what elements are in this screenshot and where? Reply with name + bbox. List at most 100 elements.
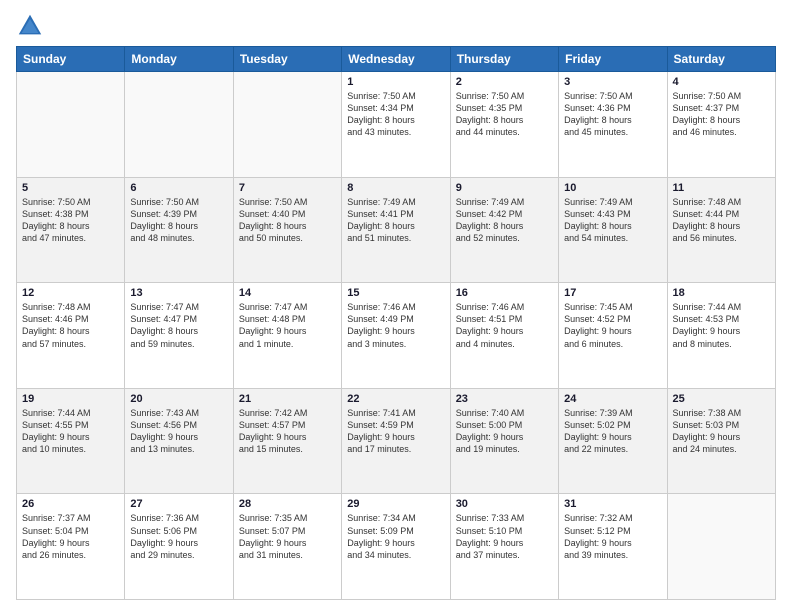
calendar-table: SundayMondayTuesdayWednesdayThursdayFrid… [16, 46, 776, 600]
calendar-cell: 23 Sunrise: 7:40 AM Sunset: 5:00 PM Dayli… [450, 388, 558, 494]
day-info: Sunrise: 7:50 AM Sunset: 4:36 PM Dayligh… [564, 90, 661, 139]
calendar-cell: 18Sunrise: 7:44 AM Sunset: 4:53 PM Dayli… [667, 283, 775, 389]
calendar-cell: 16Sunrise: 7:46 AM Sunset: 4:51 PM Dayli… [450, 283, 558, 389]
header [16, 12, 776, 40]
calendar-cell: 1 Sunrise: 7:50 AM Sunset: 4:34 PM Daylig… [342, 72, 450, 178]
day-number: 17 [564, 287, 661, 299]
calendar-cell: 4 Sunrise: 7:50 AM Sunset: 4:37 PM Daylig… [667, 72, 775, 178]
calendar-week-3: 12 Sunrise: 7:48 AM Sunset: 4:46 PM Dayli… [17, 283, 776, 389]
day-number: 27 [130, 498, 227, 510]
calendar-header-row: SundayMondayTuesdayWednesdayThursdayFrid… [17, 47, 776, 72]
calendar-cell: 8 Sunrise: 7:49 AM Sunset: 4:41 PM Daylig… [342, 177, 450, 283]
day-info: Sunrise: 7:34 AM Sunset: 5:09 PM Dayligh… [347, 512, 444, 561]
calendar-cell: 30 Sunrise: 7:33 AM Sunset: 5:10 PM Dayli… [450, 494, 558, 600]
day-info: Sunrise: 7:48 AM Sunset: 4:44 PM Dayligh… [673, 196, 770, 245]
page: SundayMondayTuesdayWednesdayThursdayFrid… [0, 0, 792, 612]
day-info: Sunrise: 7:42 AM Sunset: 4:57 PM Dayligh… [239, 407, 336, 456]
calendar-cell: 26 Sunrise: 7:37 AM Sunset: 5:04 PM Dayli… [17, 494, 125, 600]
calendar-cell: 27 Sunrise: 7:36 AM Sunset: 5:06 PM Dayli… [125, 494, 233, 600]
day-info: Sunrise: 7:46 AM Sunset: 4:49 PM Dayligh… [347, 301, 444, 350]
day-info: Sunrise: 7:32 AM Sunset: 5:12 PM Dayligh… [564, 512, 661, 561]
calendar-header-friday: Friday [559, 47, 667, 72]
day-info: Sunrise: 7:38 AM Sunset: 5:03 PM Dayligh… [673, 407, 770, 456]
day-info: Sunrise: 7:41 AM Sunset: 4:59 PM Dayligh… [347, 407, 444, 456]
day-info: Sunrise: 7:35 AM Sunset: 5:07 PM Dayligh… [239, 512, 336, 561]
calendar-cell: 11Sunrise: 7:48 AM Sunset: 4:44 PM Dayli… [667, 177, 775, 283]
calendar-cell: 20 Sunrise: 7:43 AM Sunset: 4:56 PM Dayli… [125, 388, 233, 494]
day-number: 26 [22, 498, 119, 510]
logo-icon [16, 12, 44, 40]
logo [16, 12, 48, 40]
calendar-cell: 10Sunrise: 7:49 AM Sunset: 4:43 PM Dayli… [559, 177, 667, 283]
calendar-cell [17, 72, 125, 178]
calendar-header-tuesday: Tuesday [233, 47, 341, 72]
day-number: 30 [456, 498, 553, 510]
calendar-week-4: 19 Sunrise: 7:44 AM Sunset: 4:55 PM Dayli… [17, 388, 776, 494]
day-info: Sunrise: 7:39 AM Sunset: 5:02 PM Dayligh… [564, 407, 661, 456]
day-number: 21 [239, 393, 336, 405]
day-number: 16 [456, 287, 553, 299]
day-info: Sunrise: 7:49 AM Sunset: 4:41 PM Dayligh… [347, 196, 444, 245]
calendar-week-1: 1 Sunrise: 7:50 AM Sunset: 4:34 PM Daylig… [17, 72, 776, 178]
calendar-header-saturday: Saturday [667, 47, 775, 72]
day-number: 9 [456, 182, 553, 194]
day-info: Sunrise: 7:49 AM Sunset: 4:43 PM Dayligh… [564, 196, 661, 245]
day-number: 20 [130, 393, 227, 405]
calendar-cell: 15 Sunrise: 7:46 AM Sunset: 4:49 PM Dayli… [342, 283, 450, 389]
day-info: Sunrise: 7:48 AM Sunset: 4:46 PM Dayligh… [22, 301, 119, 350]
day-number: 24 [564, 393, 661, 405]
day-number: 3 [564, 76, 661, 88]
day-number: 18 [673, 287, 770, 299]
day-number: 1 [347, 76, 444, 88]
day-info: Sunrise: 7:50 AM Sunset: 4:37 PM Dayligh… [673, 90, 770, 139]
day-number: 19 [22, 393, 119, 405]
day-info: Sunrise: 7:45 AM Sunset: 4:52 PM Dayligh… [564, 301, 661, 350]
calendar-cell: 28 Sunrise: 7:35 AM Sunset: 5:07 PM Dayli… [233, 494, 341, 600]
calendar-cell [667, 494, 775, 600]
day-number: 22 [347, 393, 444, 405]
day-number: 31 [564, 498, 661, 510]
day-number: 12 [22, 287, 119, 299]
day-info: Sunrise: 7:47 AM Sunset: 4:47 PM Dayligh… [130, 301, 227, 350]
calendar-cell: 17 Sunrise: 7:45 AM Sunset: 4:52 PM Dayli… [559, 283, 667, 389]
calendar-cell: 31 Sunrise: 7:32 AM Sunset: 5:12 PM Dayli… [559, 494, 667, 600]
calendar-cell: 14 Sunrise: 7:47 AM Sunset: 4:48 PM Dayli… [233, 283, 341, 389]
day-info: Sunrise: 7:37 AM Sunset: 5:04 PM Dayligh… [22, 512, 119, 561]
day-info: Sunrise: 7:36 AM Sunset: 5:06 PM Dayligh… [130, 512, 227, 561]
calendar-week-2: 5Sunrise: 7:50 AM Sunset: 4:38 PM Daylig… [17, 177, 776, 283]
day-info: Sunrise: 7:33 AM Sunset: 5:10 PM Dayligh… [456, 512, 553, 561]
day-number: 7 [239, 182, 336, 194]
calendar-cell: 22 Sunrise: 7:41 AM Sunset: 4:59 PM Dayli… [342, 388, 450, 494]
calendar-cell: 5Sunrise: 7:50 AM Sunset: 4:38 PM Daylig… [17, 177, 125, 283]
day-number: 28 [239, 498, 336, 510]
day-info: Sunrise: 7:50 AM Sunset: 4:35 PM Dayligh… [456, 90, 553, 139]
calendar-header-thursday: Thursday [450, 47, 558, 72]
day-info: Sunrise: 7:44 AM Sunset: 4:55 PM Dayligh… [22, 407, 119, 456]
day-number: 14 [239, 287, 336, 299]
day-info: Sunrise: 7:43 AM Sunset: 4:56 PM Dayligh… [130, 407, 227, 456]
day-number: 4 [673, 76, 770, 88]
day-number: 5 [22, 182, 119, 194]
day-info: Sunrise: 7:50 AM Sunset: 4:39 PM Dayligh… [130, 196, 227, 245]
day-info: Sunrise: 7:49 AM Sunset: 4:42 PM Dayligh… [456, 196, 553, 245]
calendar-week-5: 26 Sunrise: 7:37 AM Sunset: 5:04 PM Dayli… [17, 494, 776, 600]
calendar-cell [125, 72, 233, 178]
day-number: 8 [347, 182, 444, 194]
day-number: 15 [347, 287, 444, 299]
day-info: Sunrise: 7:50 AM Sunset: 4:40 PM Dayligh… [239, 196, 336, 245]
day-number: 6 [130, 182, 227, 194]
day-info: Sunrise: 7:47 AM Sunset: 4:48 PM Dayligh… [239, 301, 336, 350]
calendar-cell: 25 Sunrise: 7:38 AM Sunset: 5:03 PM Dayli… [667, 388, 775, 494]
day-number: 23 [456, 393, 553, 405]
calendar-cell: 21 Sunrise: 7:42 AM Sunset: 4:57 PM Dayli… [233, 388, 341, 494]
day-number: 29 [347, 498, 444, 510]
calendar-cell: 29 Sunrise: 7:34 AM Sunset: 5:09 PM Dayli… [342, 494, 450, 600]
calendar-cell: 2Sunrise: 7:50 AM Sunset: 4:35 PM Daylig… [450, 72, 558, 178]
calendar-cell: 6 Sunrise: 7:50 AM Sunset: 4:39 PM Daylig… [125, 177, 233, 283]
day-info: Sunrise: 7:40 AM Sunset: 5:00 PM Dayligh… [456, 407, 553, 456]
calendar-cell: 3 Sunrise: 7:50 AM Sunset: 4:36 PM Daylig… [559, 72, 667, 178]
calendar-header-monday: Monday [125, 47, 233, 72]
day-number: 25 [673, 393, 770, 405]
calendar-cell [233, 72, 341, 178]
day-info: Sunrise: 7:50 AM Sunset: 4:34 PM Dayligh… [347, 90, 444, 139]
